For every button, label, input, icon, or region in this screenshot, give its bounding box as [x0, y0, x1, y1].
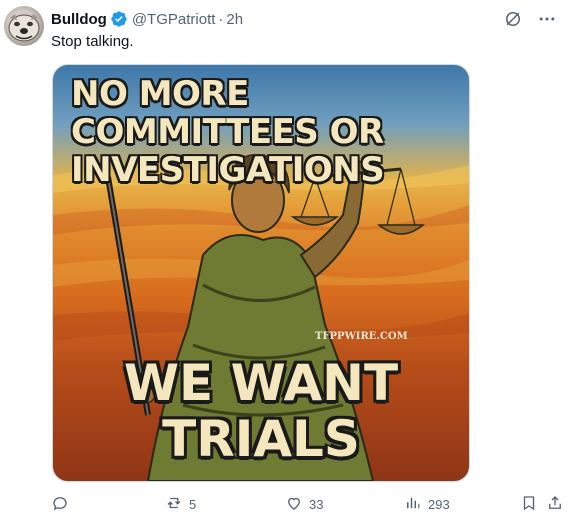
timestamp[interactable]: 2h [226, 11, 243, 28]
retweet-icon [165, 494, 183, 515]
views-icon [404, 494, 422, 515]
views-count: 293 [428, 496, 450, 512]
bookmark-button[interactable] [520, 492, 538, 516]
user-handle[interactable]: @TGPatriott [132, 11, 216, 28]
reply-icon [51, 494, 69, 515]
verified-badge-icon[interactable] [110, 10, 128, 28]
tweet[interactable]: Bulldog @TGPatriott · 2h Stop talking. N… [0, 0, 570, 517]
avatar[interactable] [4, 6, 44, 46]
share-button[interactable] [546, 492, 564, 516]
bookmark-icon [520, 494, 538, 515]
top-actions [502, 8, 558, 30]
tweet-image[interactable]: NO MORE COMMITTEES OR INVESTIGATIONS TFP… [52, 64, 470, 482]
poster-headline-bottom-line2: TRIALS [162, 410, 360, 468]
views-button[interactable]: 293 [404, 492, 450, 516]
share-icon [546, 494, 564, 515]
poster-headline-top: NO MORE COMMITTEES OR INVESTIGATIONS [71, 74, 385, 190]
poster-headline-bottom-line1: WE WANT [123, 354, 399, 412]
header-separator: · [218, 10, 224, 28]
poster-headline-bottom: WE WANT TRIALS [73, 355, 449, 467]
like-button[interactable]: 33 [285, 492, 323, 516]
tweet-actions: 5 33 293 [0, 492, 570, 517]
grok-icon[interactable] [502, 8, 524, 30]
reply-button[interactable] [51, 492, 75, 516]
retweet-count: 5 [189, 496, 197, 512]
like-count: 33 [309, 496, 324, 512]
retweet-button[interactable]: 5 [165, 492, 196, 516]
bulldog-avatar-image [8, 14, 40, 42]
heart-icon [285, 494, 303, 515]
more-icon[interactable] [536, 8, 558, 30]
tweet-text: Stop talking. [51, 33, 134, 50]
poster-watermark: TFPPWIRE.COM [315, 331, 408, 342]
display-name[interactable]: Bulldog [51, 11, 107, 28]
tweet-header: Bulldog @TGPatriott · 2h [51, 9, 243, 29]
poster-image: NO MORE COMMITTEES OR INVESTIGATIONS TFP… [53, 65, 469, 481]
